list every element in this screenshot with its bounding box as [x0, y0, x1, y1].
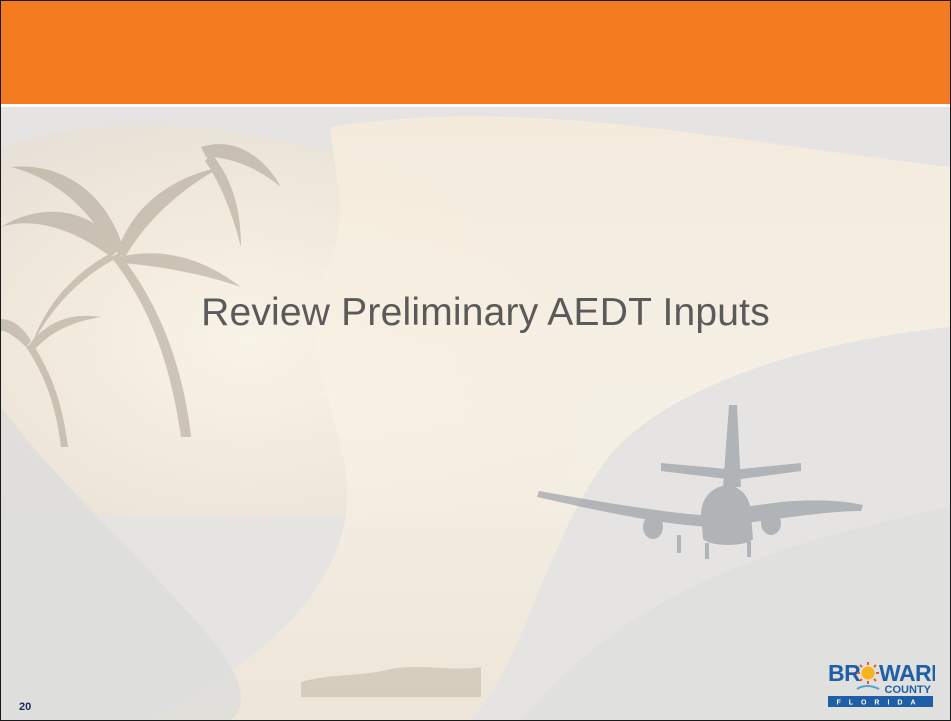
background-photo: [1, 107, 950, 720]
svg-text:BR: BR: [828, 660, 861, 686]
broward-county-logo: BR WARD COUNTY FLORIDA: [827, 660, 948, 710]
svg-text:COUNTY: COUNTY: [885, 684, 932, 696]
page-number: 20: [19, 701, 32, 713]
slide: Review Preliminary AEDT Inputs 20 BR WAR…: [0, 0, 951, 721]
header-band: [1, 1, 950, 104]
svg-text:FLORIDA: FLORIDA: [836, 700, 923, 707]
sun-icon: [857, 662, 879, 684]
broward-logo-mark: BR WARD COUNTY FLORIDA: [828, 660, 948, 707]
svg-text:WARD: WARD: [879, 660, 935, 686]
slide-title: Review Preliminary AEDT Inputs: [201, 291, 770, 334]
